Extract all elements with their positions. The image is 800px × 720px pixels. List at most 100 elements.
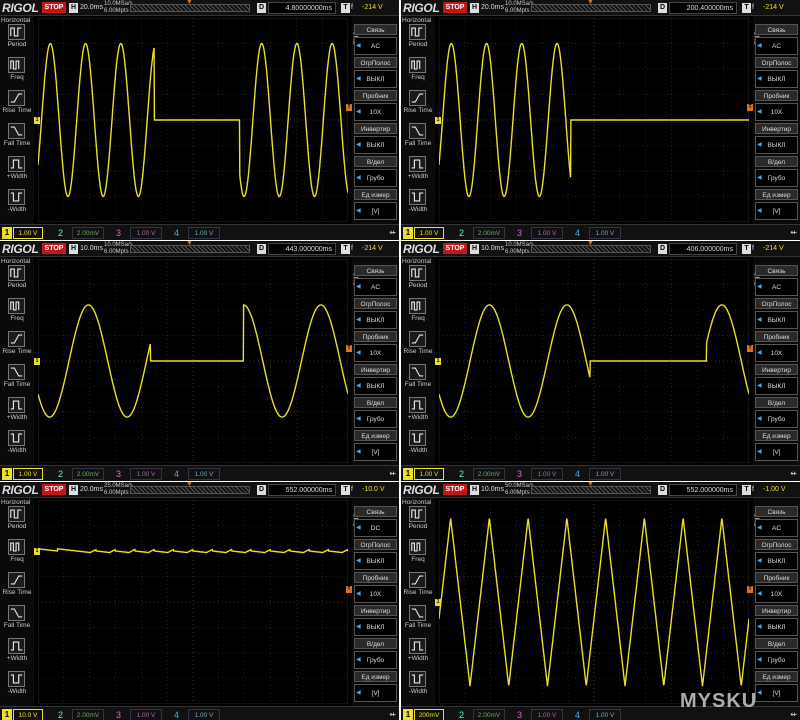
menu-block-0[interactable]: Связь AC ◀: [755, 506, 798, 538]
measure-item-5[interactable]: -Width: [401, 430, 435, 462]
ch1-scale[interactable]: 1.00 V: [414, 468, 444, 480]
measure-item-0[interactable]: Period: [401, 24, 435, 56]
menu-block-1[interactable]: ОгрПолос ВЫКЛ ◀: [354, 539, 397, 571]
ch2-scale[interactable]: 2.00mV: [72, 709, 104, 720]
timebase-value[interactable]: 20.0ms: [80, 482, 103, 498]
measure-item-4[interactable]: +Width: [0, 397, 34, 429]
menu-block-0[interactable]: Связь AC ◀: [354, 24, 397, 56]
ch4-scale[interactable]: 1.00 V: [188, 709, 220, 720]
delay-value[interactable]: 4.80000000ms: [268, 2, 336, 14]
ch1-marker[interactable]: 1: [435, 116, 441, 124]
trigger-level[interactable]: -214 V: [362, 0, 383, 16]
delay-value[interactable]: 443.000000ms: [268, 243, 336, 255]
ch3-scale[interactable]: 1.00 V: [130, 468, 162, 480]
ch2-number[interactable]: 2: [459, 709, 464, 720]
timebase-value[interactable]: 10.0ms: [481, 241, 504, 257]
timebase-value[interactable]: 20.0ms: [80, 0, 103, 16]
ch1-scale[interactable]: 10.0 V: [13, 709, 43, 720]
waveform-plot[interactable]: [38, 259, 348, 463]
measure-item-3[interactable]: Fall Time: [0, 605, 34, 637]
ch4-number[interactable]: 4: [174, 468, 179, 480]
menu-block-0[interactable]: Связь DC ◀: [354, 506, 397, 538]
measure-item-5[interactable]: -Width: [0, 430, 34, 462]
measure-item-3[interactable]: Fall Time: [0, 364, 34, 396]
ch4-number[interactable]: 4: [174, 709, 179, 720]
ch1-number[interactable]: 1: [403, 227, 413, 239]
menu-block-0[interactable]: Связь AC ◀: [755, 24, 798, 56]
ch1-marker[interactable]: 1: [435, 357, 441, 365]
measure-item-4[interactable]: +Width: [0, 638, 34, 670]
menu-block-0[interactable]: Связь AC ◀: [755, 265, 798, 297]
measure-item-2[interactable]: Rise Time: [401, 90, 435, 122]
menu-block-2[interactable]: Пробник 10X ◀: [354, 331, 397, 363]
trigger-level[interactable]: -214 V: [763, 0, 784, 16]
ch3-scale[interactable]: 1.00 V: [531, 227, 563, 239]
ch3-number[interactable]: 3: [116, 227, 121, 239]
measure-item-2[interactable]: Rise Time: [401, 331, 435, 363]
menu-block-4[interactable]: В/дел Грубо ◀: [354, 156, 397, 188]
ch3-scale[interactable]: 1.00 V: [531, 468, 563, 480]
ch1-number[interactable]: 1: [2, 709, 12, 720]
ch3-number[interactable]: 3: [116, 468, 121, 480]
measure-item-1[interactable]: Freq: [401, 298, 435, 330]
measure-item-4[interactable]: +Width: [0, 156, 34, 188]
ch3-scale[interactable]: 1.00 V: [130, 709, 162, 720]
ch1-number[interactable]: 1: [403, 468, 413, 480]
ch3-number[interactable]: 3: [116, 709, 121, 720]
ch1-marker[interactable]: 1: [34, 547, 40, 555]
menu-block-4[interactable]: В/дел Грубо ◀: [354, 397, 397, 429]
measure-item-2[interactable]: Rise Time: [0, 90, 34, 122]
measure-item-3[interactable]: Fall Time: [401, 364, 435, 396]
menu-block-3[interactable]: Инвертир ВЫКЛ ◀: [755, 364, 798, 396]
ch2-scale[interactable]: 2.00mV: [72, 468, 104, 480]
measure-item-0[interactable]: Period: [401, 265, 435, 297]
menu-block-5[interactable]: Ед измер [V] ◀: [755, 430, 798, 462]
delay-value[interactable]: 200.400000ms: [669, 2, 737, 14]
measure-item-4[interactable]: +Width: [401, 156, 435, 188]
ch1-scale[interactable]: 1.00 V: [13, 227, 43, 239]
run-stop-badge[interactable]: STOP: [42, 243, 66, 254]
ch3-number[interactable]: 3: [517, 468, 522, 480]
measure-item-4[interactable]: +Width: [401, 397, 435, 429]
run-stop-badge[interactable]: STOP: [42, 2, 66, 13]
measure-item-1[interactable]: Freq: [0, 298, 34, 330]
menu-block-4[interactable]: В/дел Грубо ◀: [354, 638, 397, 670]
measure-item-5[interactable]: -Width: [0, 189, 34, 221]
ch2-number[interactable]: 2: [58, 227, 63, 239]
menu-block-5[interactable]: Ед измер [V] ◀: [755, 671, 798, 703]
measure-item-1[interactable]: Freq: [0, 539, 34, 571]
menu-block-1[interactable]: ОгрПолос ВЫКЛ ◀: [755, 57, 798, 89]
ch4-number[interactable]: 4: [575, 468, 580, 480]
delay-value[interactable]: 406.000000ms: [669, 243, 737, 255]
menu-block-4[interactable]: В/дел Грубо ◀: [755, 397, 798, 429]
measure-item-1[interactable]: Freq: [401, 57, 435, 89]
menu-block-3[interactable]: Инвертир ВЫКЛ ◀: [354, 123, 397, 155]
ch1-scale[interactable]: 1.00 V: [414, 227, 444, 239]
menu-block-2[interactable]: Пробник 10X ◀: [354, 572, 397, 604]
menu-block-1[interactable]: ОгрПолос ВЫКЛ ◀: [354, 298, 397, 330]
menu-block-5[interactable]: Ед измер [V] ◀: [354, 671, 397, 703]
trigger-level[interactable]: -214 V: [362, 241, 383, 257]
ch2-number[interactable]: 2: [58, 709, 63, 720]
timebase-value[interactable]: 10.0ms: [80, 241, 103, 257]
measure-item-3[interactable]: Fall Time: [401, 123, 435, 155]
measure-item-3[interactable]: Fall Time: [0, 123, 34, 155]
ch2-number[interactable]: 2: [459, 227, 464, 239]
measure-item-5[interactable]: -Width: [401, 189, 435, 221]
measure-item-5[interactable]: -Width: [0, 671, 34, 703]
waveform-plot[interactable]: [38, 18, 348, 222]
measure-item-4[interactable]: +Width: [401, 638, 435, 670]
menu-block-1[interactable]: ОгрПолос ВЫКЛ ◀: [755, 298, 798, 330]
menu-block-3[interactable]: Инвертир ВЫКЛ ◀: [354, 364, 397, 396]
ch1-scale[interactable]: 200mV: [414, 709, 444, 720]
ch1-scale[interactable]: 1.00 V: [13, 468, 43, 480]
delay-value[interactable]: 552.000000ms: [268, 484, 336, 496]
menu-block-5[interactable]: Ед измер [V] ◀: [755, 189, 798, 221]
menu-block-0[interactable]: Связь AC ◀: [354, 265, 397, 297]
menu-block-1[interactable]: ОгрПолос ВЫКЛ ◀: [354, 57, 397, 89]
waveform-plot[interactable]: [439, 18, 749, 222]
run-stop-badge[interactable]: STOP: [443, 484, 467, 495]
measure-item-0[interactable]: Period: [0, 24, 34, 56]
ch2-number[interactable]: 2: [459, 468, 464, 480]
menu-block-2[interactable]: Пробник 10X ◀: [755, 331, 798, 363]
